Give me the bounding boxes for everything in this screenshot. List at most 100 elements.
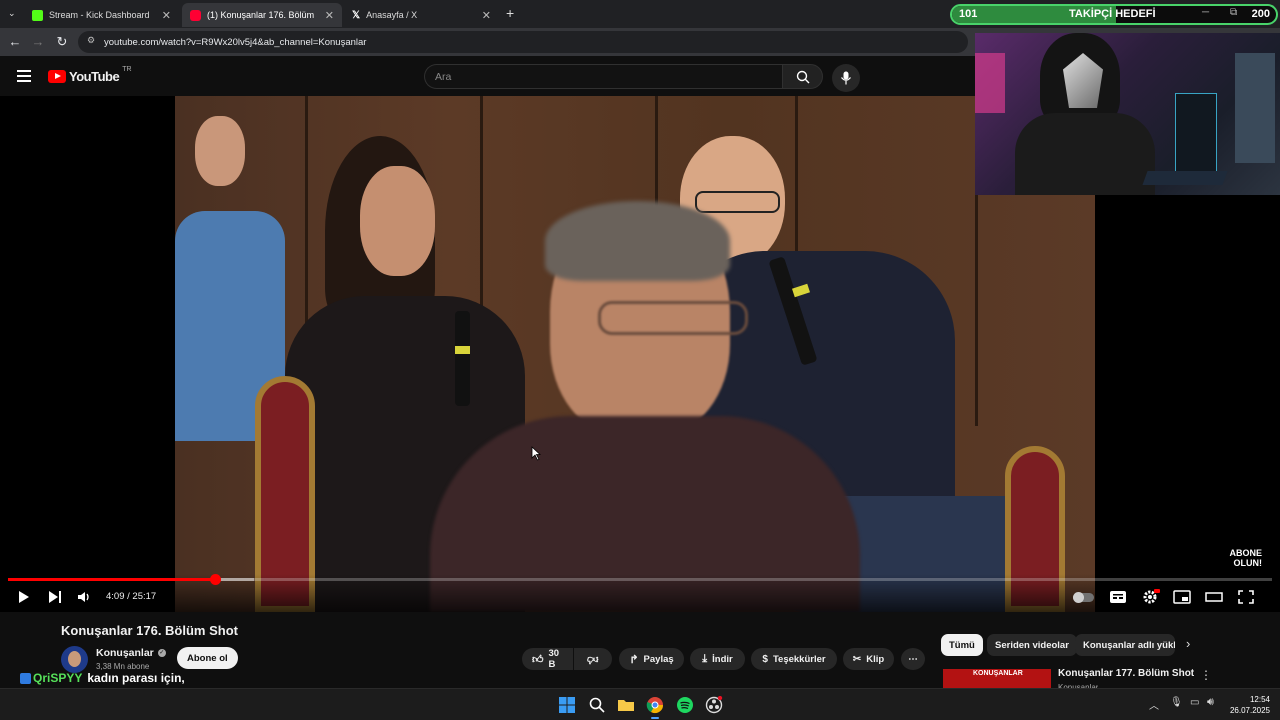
menu-icon[interactable] <box>17 70 31 82</box>
thanks-label: Teşekkürler <box>772 653 826 665</box>
watch-metadata: Konuşanlar 176. Bölüm Shot Konuşanlar ✓ … <box>0 612 1280 688</box>
goal-target: 200 <box>1251 8 1270 20</box>
subscriber-count: 3,38 Mn abone <box>96 662 150 671</box>
clip-label: Klip <box>866 653 885 665</box>
tab-title: Anasayfa / X <box>366 10 418 20</box>
site-info-icon[interactable]: ⚙ <box>87 35 95 46</box>
channel-name[interactable]: Konuşanlar <box>96 647 154 659</box>
close-icon[interactable]: ✕ <box>162 9 171 22</box>
spotify-icon[interactable] <box>676 696 694 714</box>
chip-all[interactable]: Tümü <box>941 634 983 656</box>
minimize-icon: ─ <box>1202 7 1210 18</box>
youtube-icon <box>190 9 201 21</box>
more-icon: ⋯ <box>908 653 918 665</box>
chip-series[interactable]: Seriden videolar <box>987 634 1077 656</box>
youtube-logo[interactable]: YouTube TR <box>48 66 132 84</box>
person-front <box>430 201 860 612</box>
tab-x[interactable]: 𝕏 Anasayfa / X ✕ <box>344 3 499 27</box>
logo-text: YouTube <box>69 69 120 84</box>
settings-gear-icon[interactable] <box>1140 589 1160 605</box>
download-button[interactable]: ⤓ İndir <box>690 648 745 670</box>
forward-arrow-icon[interactable]: → <box>30 34 46 50</box>
played-bar <box>8 578 216 581</box>
progress-bar[interactable] <box>8 574 1272 585</box>
tab-kick-dashboard[interactable]: Stream - Kick Dashboard ✕ <box>24 3 179 27</box>
thumbs-up-icon: 👍︎ <box>532 653 544 666</box>
reload-icon[interactable]: ↻ <box>54 34 70 50</box>
recommendation-title[interactable]: Konuşanlar 177. Bölüm Shot <box>1058 668 1194 679</box>
tray-microphone-icon[interactable]: 🎙︎ <box>1170 697 1183 708</box>
autoplay-toggle[interactable] <box>1073 592 1094 603</box>
youtube-play-icon <box>48 70 66 83</box>
mouse-cursor-icon <box>531 446 541 461</box>
play-icon[interactable] <box>14 589 34 605</box>
subscribe-button[interactable]: Abone ol <box>177 647 238 669</box>
subtitles-icon[interactable] <box>1108 589 1128 605</box>
chat-message: kadın parası için, <box>87 671 185 685</box>
taskbar-clock[interactable]: 12:54 26.07.2025 <box>1226 694 1270 716</box>
close-icon[interactable]: ✕ <box>482 9 491 22</box>
search-placeholder: Ara <box>435 70 452 83</box>
like-button[interactable]: 👍︎ 30 B <box>522 648 573 670</box>
obs-icon[interactable] <box>705 696 723 714</box>
recommendation-menu-icon[interactable]: ⋮ <box>1200 668 1212 682</box>
theater-mode-icon[interactable] <box>1204 589 1224 605</box>
kick-icon <box>32 9 43 21</box>
more-actions-button[interactable]: ⋯ <box>901 648 925 670</box>
chip-label: Konuşanlar adlı yükle <box>1083 639 1175 651</box>
chevron-right-icon[interactable]: › <box>1186 636 1190 651</box>
clock-date: 26.07.2025 <box>1229 706 1270 715</box>
chip-channel-uploads[interactable]: Konuşanlar adlı yükle <box>1075 634 1175 656</box>
chat-username: QriSPYY <box>33 671 83 685</box>
clip-button[interactable]: ✂ Klip <box>843 648 894 670</box>
verified-icon: ✓ <box>157 649 166 657</box>
thumbs-down-icon: 👍︎ <box>587 652 599 665</box>
taskbar-search-icon[interactable] <box>588 696 606 714</box>
tray-volume-icon[interactable]: 🔊︎ <box>1207 696 1214 709</box>
search-button[interactable] <box>782 64 823 89</box>
clock-time: 12:54 <box>1249 695 1270 704</box>
thumbnail-text: KONUŞANLAR <box>973 670 1023 677</box>
volume-icon[interactable] <box>75 589 95 605</box>
time-display: 4:09 / 25:17 <box>106 591 157 602</box>
tab-list-chevron-icon[interactable]: ⌄ <box>8 8 16 19</box>
next-icon[interactable] <box>45 589 65 605</box>
file-explorer-icon[interactable] <box>617 696 635 714</box>
recommendation-thumbnail[interactable]: KONUŞANLAR <box>943 669 1051 688</box>
thanks-button[interactable]: $ Teşekkürler <box>751 648 837 670</box>
fullscreen-icon[interactable] <box>1236 589 1256 605</box>
like-count: 30 B <box>548 648 560 670</box>
download-icon: ⤓ <box>702 652 708 665</box>
subscribe-watermark: ABONE OLUN! <box>1229 548 1262 568</box>
miniplayer-icon[interactable] <box>1172 589 1192 605</box>
dislike-button[interactable]: 👍︎ <box>574 648 612 670</box>
tab-youtube[interactable]: (1) Konuşanlar 176. Bölüm Shot ✕ <box>182 3 342 27</box>
tray-chevron-icon[interactable]: ︿ <box>1149 697 1159 712</box>
share-button[interactable]: ↱ Paylaş <box>619 648 684 670</box>
chip-label: Seriden videolar <box>995 639 1069 651</box>
youtube-header: YouTube TR Ara <box>0 56 975 96</box>
webcam-overlay <box>975 33 1280 195</box>
share-icon: ↱ <box>629 653 639 666</box>
new-tab-button[interactable]: + <box>506 5 514 21</box>
chat-message-overlay: QriSPYY kadın parası için, <box>20 671 185 685</box>
video-title: Konuşanlar 176. Bölüm Shot <box>61 623 238 638</box>
tray-network-icon[interactable]: ▭ <box>1190 697 1199 708</box>
close-icon[interactable]: ✕ <box>325 9 334 22</box>
tab-title: (1) Konuşanlar 176. Bölüm Shot <box>207 10 317 20</box>
voice-search-button[interactable] <box>832 64 860 92</box>
search-input[interactable]: Ara <box>424 64 782 89</box>
chip-label: Tümü <box>949 639 975 651</box>
restore-icon: ⧉ <box>1230 7 1238 18</box>
chrome-icon[interactable] <box>646 696 664 714</box>
channel-avatar[interactable] <box>61 646 88 673</box>
video-frame[interactable] <box>175 96 1095 612</box>
follower-goal-bar: 101 TAKİPÇİ HEDEFİ ─ ⧉ 200 <box>950 4 1278 25</box>
masked-streamer <box>1015 33 1155 195</box>
back-arrow-icon[interactable]: ← <box>7 34 23 50</box>
address-bar[interactable]: ⚙ youtube.com/watch?v=R9Wx20lv5j4&ab_cha… <box>78 31 968 53</box>
tab-title: Stream - Kick Dashboard <box>49 10 150 20</box>
microphone-icon <box>841 71 851 85</box>
windows-start-icon[interactable] <box>558 696 576 714</box>
download-label: İndir <box>712 653 733 665</box>
